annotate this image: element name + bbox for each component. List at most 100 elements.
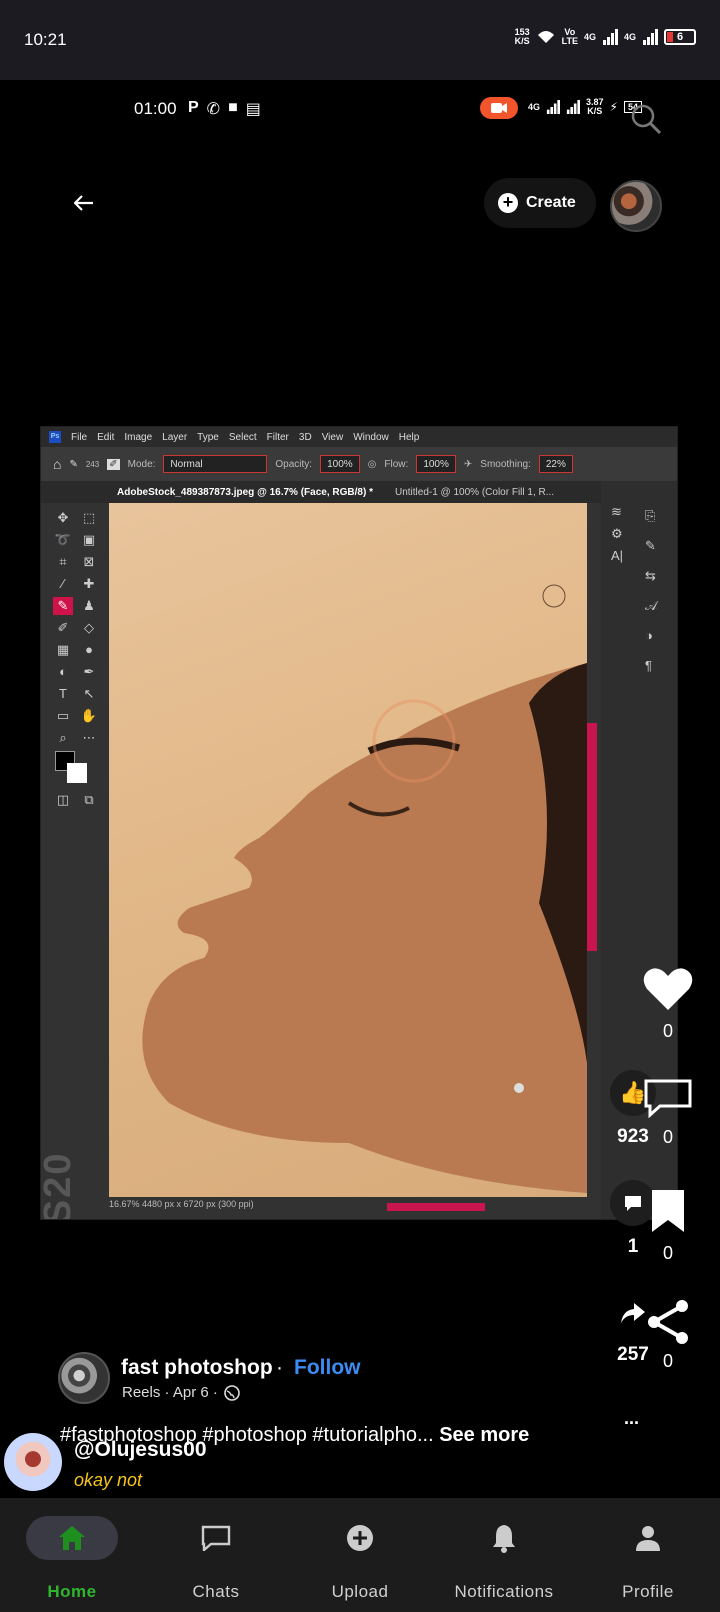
brush-icon: ✎	[69, 458, 78, 470]
post-meta: Reels · Apr 6 ·	[122, 1384, 240, 1401]
wifi-icon	[537, 31, 554, 43]
video-icon: ■	[228, 99, 238, 116]
recording-status-icons: 4G 3.87 K/S ⚡ 54	[528, 98, 642, 116]
nav-profile-icon-wrap	[635, 1516, 661, 1560]
bell-icon	[493, 1525, 515, 1553]
arrow-left-icon	[74, 195, 93, 211]
ps-panel-icons: ≋ ⚙ A|	[611, 504, 624, 563]
history-brush-icon: ✐	[57, 620, 69, 635]
back-button[interactable]	[68, 190, 100, 216]
nav-chats[interactable]: Chats	[144, 1498, 288, 1612]
profile-avatar[interactable]	[610, 180, 662, 232]
brush-settings-icon: ✐	[107, 458, 120, 470]
plus-icon: +	[498, 193, 518, 213]
author-avatar[interactable]	[58, 1352, 110, 1404]
bottom-nav: Home Chats Upload Notifications Profile	[0, 1498, 720, 1612]
see-more-link[interactable]: See more	[439, 1424, 529, 1446]
recording-notification-icons: P ✆ ■ ▤	[188, 99, 261, 119]
brush-size: 243	[85, 459, 100, 469]
post-meta-text: Reels · Apr 6 ·	[122, 1384, 218, 1401]
comment-button[interactable]: 0	[642, 1078, 694, 1148]
gradient-tool-icon: ▦	[56, 642, 70, 657]
nav-home-label: Home	[47, 1582, 97, 1601]
opacity-label: Opacity:	[275, 458, 313, 470]
heart-icon	[643, 968, 693, 1010]
ps-menu-item: File	[71, 431, 88, 443]
comment-bubble-icon	[644, 1079, 692, 1119]
create-button[interactable]: + Create	[484, 178, 596, 228]
watermark-text: GFXDESIGNS20	[41, 1152, 80, 1219]
signal-1-label: 4G	[583, 31, 596, 42]
more-options-button[interactable]: ...	[624, 1408, 639, 1429]
ps-menu-item: 3D	[298, 431, 312, 443]
signal-icon	[566, 100, 581, 114]
nav-home[interactable]: Home	[0, 1498, 144, 1612]
plus-circle-icon	[347, 1525, 373, 1551]
mode-label: Mode:	[127, 458, 156, 470]
commenter-name[interactable]: @Olujesus00	[74, 1438, 207, 1462]
nav-upload[interactable]: Upload	[288, 1498, 432, 1612]
nav-home-icon-wrap	[26, 1516, 118, 1560]
ps-vertical-scrollbar	[587, 723, 597, 951]
nav-chats-label: Chats	[192, 1582, 240, 1601]
comment-icon-count: 0	[662, 1127, 673, 1147]
search-icon[interactable]	[630, 103, 664, 137]
nav-profile[interactable]: Profile	[576, 1498, 720, 1612]
background-color-swatch	[67, 763, 87, 783]
nav-upload-label: Upload	[331, 1582, 389, 1601]
signal-icon	[643, 29, 658, 45]
dodge-tool-icon: ◐	[59, 664, 67, 679]
bookmark-button[interactable]: 0	[648, 1188, 688, 1264]
lasso-tool-icon: ➰	[54, 532, 72, 547]
move-tool-icon: ✥	[57, 510, 69, 525]
ps-menu-item: Edit	[97, 431, 115, 443]
airbrush-icon: ✈	[463, 458, 473, 470]
flow-label: Flow:	[384, 458, 409, 470]
clock: 10:21	[24, 30, 67, 49]
ps-menu-item: Type	[197, 431, 219, 443]
ps-logo-icon: Ps	[49, 431, 61, 443]
eyedropper-tool-icon: ⁄	[61, 576, 65, 591]
ps-status-bar: 16.67% 4480 px x 6720 px (300 ppi)	[109, 1199, 254, 1209]
nav-profile-label: Profile	[622, 1582, 674, 1601]
mode-field: Normal	[163, 455, 268, 473]
nav-notifications-label: Notifications	[454, 1582, 554, 1601]
opacity-field: 100%	[320, 455, 360, 473]
ps-tab: Untitled-1 @ 100% (Color Fill 1, R...	[394, 486, 555, 498]
smoothing-label: Smoothing:	[480, 458, 531, 470]
brush-tool-icon: ✎	[53, 597, 73, 615]
nav-notifications-icon-wrap	[491, 1516, 517, 1560]
nav-notifications[interactable]: Notifications	[432, 1498, 576, 1612]
author-name[interactable]: fast photoshop	[121, 1356, 273, 1380]
heart-button[interactable]: 0	[640, 966, 696, 1042]
quickmask-icon: ◫	[56, 792, 70, 807]
home-icon: ⌂	[53, 456, 62, 472]
volte-badge: Vo LTE	[561, 27, 578, 46]
share-network-button[interactable]: 0	[644, 1298, 692, 1372]
commenter-avatar[interactable]	[4, 1433, 62, 1491]
crop-tool-icon: ⌗	[59, 554, 67, 569]
face-profile-image	[142, 584, 587, 1193]
status-bar: 10:21 153 K/S Vo LTE 4G 4G 6	[0, 0, 720, 80]
video-frame[interactable]: Ps File Edit Image Layer Type Select Fil…	[40, 426, 678, 1220]
ps-doc-tabs: AdobeStock_489387873.jpeg @ 16.7% (Face,…	[41, 481, 677, 503]
signal-icon	[602, 29, 618, 45]
ps-tab-active: AdobeStock_489387873.jpeg @ 16.7% (Face,…	[117, 486, 373, 498]
screen-mode-icon: ⧉	[84, 792, 94, 807]
heart-count: 0	[662, 1021, 673, 1041]
eraser-tool-icon: ◇	[84, 620, 94, 635]
screen-record-icon[interactable]	[480, 97, 518, 119]
marquee-tool-icon: ⬚	[82, 510, 96, 525]
globe-icon	[224, 1384, 240, 1401]
signal-icon	[546, 100, 561, 114]
comment-text: okay not	[74, 1470, 143, 1490]
ps-menu-item: Window	[353, 431, 389, 443]
ps-menu-item: Filter	[266, 431, 289, 443]
share-icon-count: 0	[662, 1351, 673, 1371]
follow-button[interactable]: Follow	[294, 1356, 361, 1380]
blur-tool-icon: ●	[85, 642, 93, 657]
network-speed: 153 K/S	[514, 27, 530, 46]
ps-menu-item: Help	[398, 431, 420, 443]
ps-toolbar: ✥ ⬚ ➰ ▣ ⌗ ⊠ ⁄ ✚ ✎ ♟ ✐ ◇ ▦ ● ◐ ✒ T ↖ ▭ ✋ …	[47, 503, 105, 1203]
parking-icon: P	[188, 99, 199, 116]
